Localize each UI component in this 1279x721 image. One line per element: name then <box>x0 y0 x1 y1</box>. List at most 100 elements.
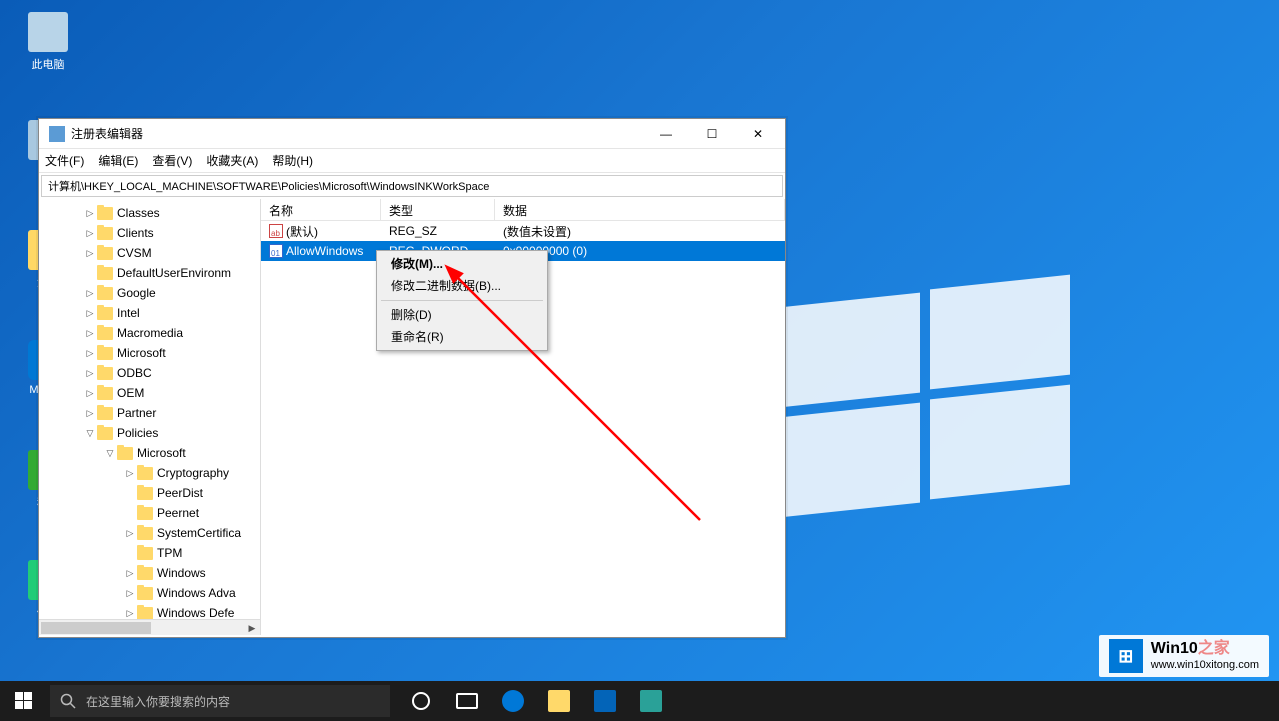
tree-node[interactable]: ▷Partner <box>43 403 260 423</box>
file-explorer-taskbar-icon[interactable] <box>536 681 582 721</box>
list-row[interactable]: (默认)REG_SZ(数值未设置) <box>261 221 785 241</box>
folder-icon <box>137 487 153 500</box>
app-taskbar-icon[interactable] <box>628 681 674 721</box>
expander-icon[interactable]: ▷ <box>83 348 97 359</box>
tree-node-label: TPM <box>157 546 182 560</box>
watermark-url: www.win10xitong.com <box>1151 659 1259 673</box>
expander-icon[interactable]: ▷ <box>123 588 137 599</box>
tree-node[interactable]: ▷Windows Adva <box>43 583 260 603</box>
expander-icon[interactable]: ▷ <box>83 228 97 239</box>
expander-icon[interactable]: ▷ <box>83 408 97 419</box>
folder-icon <box>117 447 133 460</box>
scrollbar-thumb[interactable] <box>41 622 151 634</box>
expander-icon[interactable]: ▷ <box>123 528 137 539</box>
expander-icon[interactable]: ▷ <box>83 248 97 259</box>
expander-icon[interactable]: ▽ <box>103 448 117 459</box>
tree-node[interactable]: ▷Classes <box>43 203 260 223</box>
task-view-button[interactable] <box>444 681 490 721</box>
tree-node-label: Windows <box>157 566 206 580</box>
context-menu-modify-binary[interactable]: 修改二进制数据(B)... <box>379 275 545 297</box>
column-name[interactable]: 名称 <box>261 199 381 220</box>
tree-node[interactable]: ▷ Clients <box>43 223 260 243</box>
menu-view[interactable]: 查看(V) <box>152 152 192 169</box>
windows-icon <box>15 692 33 710</box>
address-bar[interactable]: 计算机\HKEY_LOCAL_MACHINE\SOFTWARE\Policies… <box>41 175 783 197</box>
expander-icon[interactable]: ▷ <box>83 368 97 379</box>
column-type[interactable]: 类型 <box>381 199 495 220</box>
tree-node[interactable]: ▷ ODBC <box>43 363 260 383</box>
desktop-icon-this-pc[interactable]: 此电脑 <box>18 12 78 72</box>
start-button[interactable] <box>0 681 48 721</box>
menu-favorites[interactable]: 收藏夹(A) <box>206 152 258 169</box>
app-icon <box>49 126 65 142</box>
registry-editor-window: 注册表编辑器 — ☐ ✕ 文件(F) 编辑(E) 查看(V) 收藏夹(A) 帮助… <box>38 118 786 638</box>
folder-icon <box>97 367 113 380</box>
folder-icon <box>137 587 153 600</box>
tree-node[interactable]: ▷ Microsoft <box>43 343 260 363</box>
menu-help[interactable]: 帮助(H) <box>272 152 313 169</box>
expander-icon[interactable]: ▷ <box>83 328 97 339</box>
tree-node[interactable]: TPM <box>43 543 260 563</box>
taskbar-search-input[interactable]: 在这里输入你要搜索的内容 <box>50 685 390 717</box>
close-button[interactable]: ✕ <box>735 120 781 148</box>
list-header: 名称 类型 数据 <box>261 199 785 221</box>
tree-node[interactable]: ▽ Policies <box>43 423 260 443</box>
tree-node[interactable]: PeerDist <box>43 483 260 503</box>
titlebar[interactable]: 注册表编辑器 — ☐ ✕ <box>39 119 785 149</box>
context-menu-delete[interactable]: 删除(D) <box>379 304 545 326</box>
scroll-right-arrow-icon[interactable]: ▶ <box>244 620 260 635</box>
tree-node[interactable]: DefaultUserEnvironm <box>43 263 260 283</box>
tree-node-label: PeerDist <box>157 486 203 500</box>
menu-edit[interactable]: 编辑(E) <box>98 152 138 169</box>
tree-node-label: Microsoft <box>117 346 166 360</box>
expander-icon[interactable]: ▷ <box>123 608 137 619</box>
tree-node[interactable]: ▷ Windows <box>43 563 260 583</box>
expander-icon[interactable]: ▷ <box>83 288 97 299</box>
watermark-logo-icon: ⊞ <box>1109 639 1143 673</box>
expander-icon[interactable]: ▷ <box>123 568 137 579</box>
expander-icon[interactable]: ▷ <box>83 308 97 319</box>
tree-node[interactable]: ▷CVSM <box>43 243 260 263</box>
tree-node[interactable]: ▽Microsoft <box>43 443 260 463</box>
tree-node[interactable]: ▷Intel <box>43 303 260 323</box>
tree-node[interactable]: ▷SystemCertifica <box>43 523 260 543</box>
tree-view[interactable]: ▷Classes▷Clients▷CVSMDefaultUserEnvironm… <box>39 199 261 635</box>
context-menu-rename[interactable]: 重命名(R) <box>379 326 545 348</box>
folder-icon <box>137 507 153 520</box>
tree-horizontal-scrollbar[interactable]: ◀ ▶ <box>39 619 260 635</box>
tree-node[interactable]: ▷Cryptography <box>43 463 260 483</box>
expander-icon[interactable]: ▷ <box>123 468 137 479</box>
folder-icon <box>97 207 113 220</box>
folder-icon <box>97 387 113 400</box>
tree-node[interactable]: Peernet <box>43 503 260 523</box>
tree-node-label: Clients <box>117 226 154 240</box>
column-data[interactable]: 数据 <box>495 199 785 220</box>
cortana-button[interactable] <box>398 681 444 721</box>
expander-icon[interactable]: ▽ <box>83 428 97 439</box>
menu-file[interactable]: 文件(F) <box>45 152 84 169</box>
tree-node[interactable]: ▷ Google <box>43 283 260 303</box>
tree-node-label: Macromedia <box>117 326 183 340</box>
folder-icon <box>97 427 113 440</box>
edge-taskbar-icon[interactable] <box>490 681 536 721</box>
expander-icon[interactable]: ▷ <box>83 208 97 219</box>
value-name: (默认) <box>286 223 318 240</box>
tree-node-label: ODBC <box>117 366 152 380</box>
tree-node-label: Windows Defe <box>157 606 234 620</box>
tree-node-label: Policies <box>117 426 158 440</box>
watermark-brand: Win10 <box>1151 640 1198 657</box>
minimize-button[interactable]: — <box>643 120 689 148</box>
folder-icon <box>137 567 153 580</box>
tree-node-label: Google <box>117 286 156 300</box>
menubar: 文件(F) 编辑(E) 查看(V) 收藏夹(A) 帮助(H) <box>39 149 785 173</box>
tree-node[interactable]: ▷ Macromedia <box>43 323 260 343</box>
folder-icon <box>97 327 113 340</box>
expander-icon[interactable]: ▷ <box>83 388 97 399</box>
watermark: ⊞ Win10之家 www.win10xitong.com <box>1099 635 1269 677</box>
mail-taskbar-icon[interactable] <box>582 681 628 721</box>
maximize-button[interactable]: ☐ <box>689 120 735 148</box>
context-menu-modify[interactable]: 修改(M)... <box>379 253 545 275</box>
tree-node-label: OEM <box>117 386 144 400</box>
tree-node[interactable]: ▷ OEM <box>43 383 260 403</box>
taskbar: 在这里输入你要搜索的内容 <box>0 681 1279 721</box>
